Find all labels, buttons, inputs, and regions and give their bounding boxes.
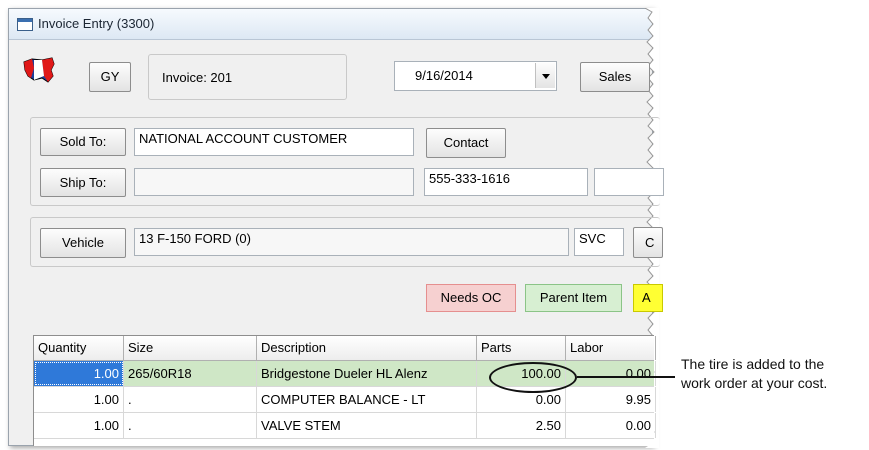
ship-to-button[interactable]: Ship To:: [40, 168, 126, 197]
invoice-number-box: Invoice: 201: [148, 54, 347, 100]
invoice-label: Invoice: 201: [162, 70, 233, 85]
window-icon: [17, 18, 33, 31]
row-size[interactable]: .: [124, 413, 257, 438]
row-quantity[interactable]: 1.00: [34, 361, 124, 386]
callout-highlight-ellipse: [489, 362, 577, 393]
vehicle-button[interactable]: Vehicle: [40, 228, 126, 258]
column-header-size[interactable]: Size: [124, 336, 257, 360]
invoice-date-combo[interactable]: 9/16/2014: [394, 61, 557, 91]
column-header-quantity[interactable]: Quantity: [34, 336, 124, 360]
extra-field[interactable]: [594, 168, 664, 196]
contact-button[interactable]: Contact: [426, 128, 506, 158]
row-quantity[interactable]: 1.00: [34, 387, 124, 412]
invoice-date-value: 9/16/2014: [415, 68, 473, 83]
callout-line: [577, 376, 675, 378]
line-items-grid[interactable]: Quantity Size Description Parts Labor 1.…: [33, 335, 656, 446]
title-bar: Invoice Entry (3300): [9, 9, 652, 40]
sold-to-button[interactable]: Sold To:: [40, 128, 126, 156]
sold-to-field[interactable]: NATIONAL ACCOUNT CUSTOMER: [134, 128, 414, 156]
usa-map-logo-icon: [23, 57, 55, 83]
row-description[interactable]: VALVE STEM: [257, 413, 477, 438]
store-button[interactable]: GY: [89, 62, 131, 92]
chevron-down-icon[interactable]: [535, 63, 555, 88]
table-row[interactable]: 1.00 . VALVE STEM 2.50 0.00: [34, 413, 656, 439]
row-labor[interactable]: 0.00: [566, 361, 656, 386]
sales-button[interactable]: Sales: [580, 62, 650, 92]
row-size[interactable]: 265/60R18: [124, 361, 257, 386]
grid-header: Quantity Size Description Parts Labor: [34, 336, 656, 361]
callout-line-1: The tire is added to the: [681, 356, 825, 372]
row-size[interactable]: .: [124, 387, 257, 412]
column-header-labor[interactable]: Labor: [566, 336, 656, 360]
vehicle-extra-button[interactable]: C: [633, 227, 663, 258]
row-description[interactable]: Bridgestone Dueler HL Alenz: [257, 361, 477, 386]
callout-text: The tire is added to the work order at y…: [681, 355, 827, 393]
row-parts[interactable]: 2.50: [477, 413, 566, 438]
row-description[interactable]: COMPUTER BALANCE - LT: [257, 387, 477, 412]
phone-field[interactable]: 555-333-1616: [424, 168, 588, 196]
vehicle-field[interactable]: 13 F-150 FORD (0): [134, 228, 569, 256]
parent-item-tag[interactable]: Parent Item: [525, 284, 622, 312]
column-header-description[interactable]: Description: [257, 336, 477, 360]
row-labor[interactable]: 9.95: [566, 387, 656, 412]
column-header-parts[interactable]: Parts: [477, 336, 566, 360]
table-row[interactable]: 1.00 . COMPUTER BALANCE - LT 0.00 9.95: [34, 387, 656, 413]
ship-to-field[interactable]: [134, 168, 414, 196]
callout-line-2: work order at your cost.: [681, 375, 828, 391]
svc-field: SVC: [574, 228, 624, 256]
needs-oc-tag[interactable]: Needs OC: [426, 284, 516, 312]
window-title: Invoice Entry (3300): [38, 16, 155, 31]
row-quantity[interactable]: 1.00: [34, 413, 124, 438]
row-labor[interactable]: 0.00: [566, 413, 656, 438]
yellow-tag[interactable]: A: [633, 284, 663, 312]
